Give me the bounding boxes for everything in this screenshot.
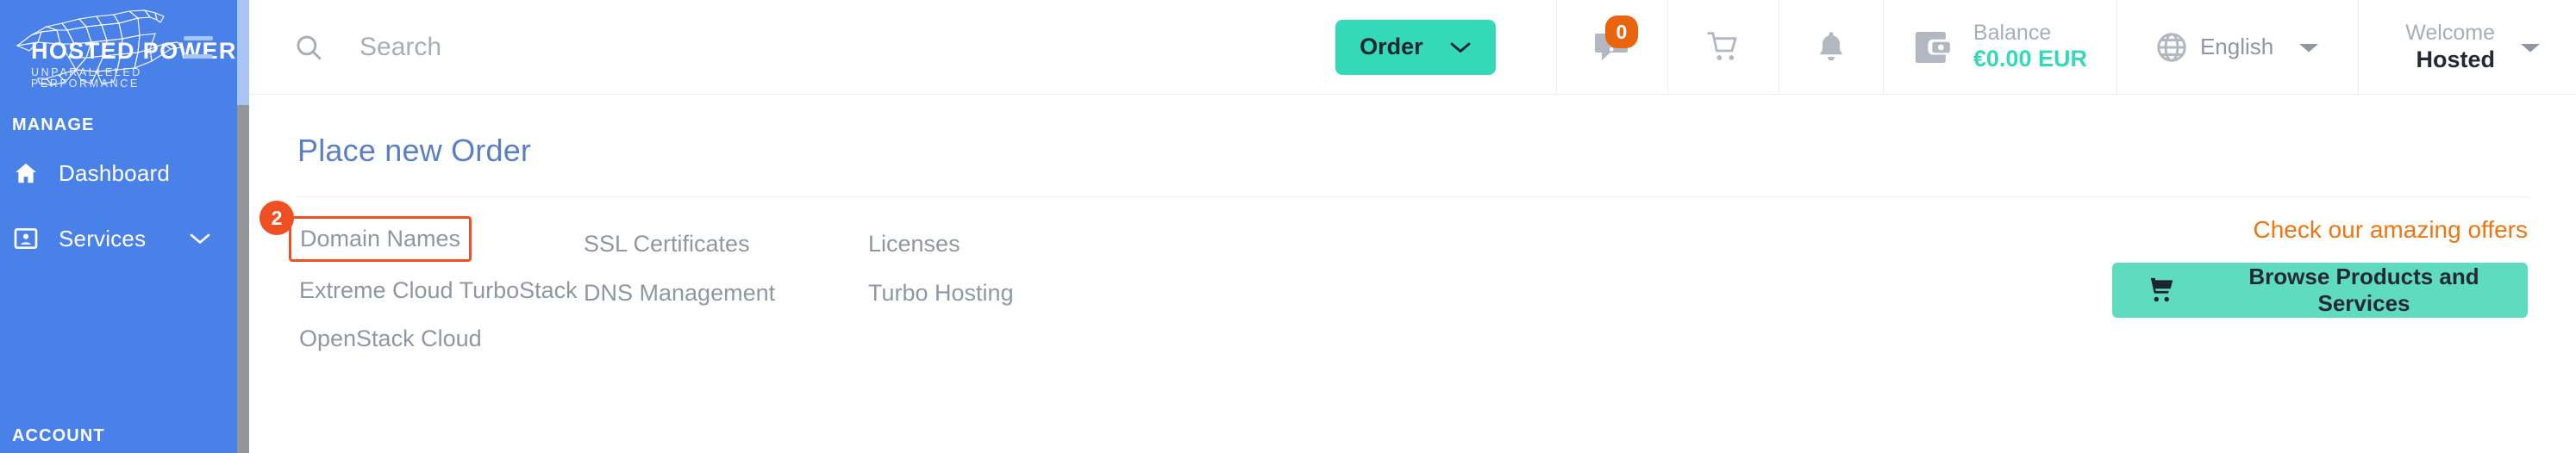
product-column-2: SSL Certificates DNS Management: [582, 216, 866, 359]
balance-button[interactable]: Balance €0.00 EUR: [1882, 0, 2116, 94]
user-text: Welcome Hosted: [2405, 20, 2495, 73]
browse-products-label: Browse Products and Services: [2248, 264, 2479, 316]
product-link-licenses[interactable]: Licenses: [866, 224, 962, 264]
sidebar-section-manage: MANAGE: [12, 115, 95, 134]
order-button-label: Order: [1360, 34, 1423, 59]
step-badge: 2: [259, 201, 294, 235]
language-selector[interactable]: English: [2116, 0, 2358, 94]
globe-icon: [2155, 31, 2188, 64]
sidebar-section-account: ACCOUNT: [12, 426, 105, 445]
shopping-cart-icon: [2143, 276, 2176, 305]
balance-amount: €0.00 EUR: [1973, 46, 2087, 72]
sidebar-item-label: Services: [59, 225, 147, 251]
product-link-domain-names[interactable]: Domain Names: [289, 216, 472, 262]
page-scrollbar-track[interactable]: [237, 0, 249, 453]
user-menu[interactable]: Welcome Hosted: [2358, 0, 2576, 94]
caret-down-icon: [2519, 40, 2542, 54]
brand-tagline: UNPARALLELED PERFORMANCE: [31, 66, 142, 90]
product-link-dns-management[interactable]: DNS Management: [582, 273, 777, 313]
user-welcome-label: Welcome: [2405, 21, 2495, 46]
content-area: Order 0: [249, 0, 2576, 453]
page-scrollbar-thumb[interactable]: [237, 105, 249, 453]
cart-button[interactable]: [1666, 0, 1779, 94]
user-name: Hosted: [2416, 47, 2495, 73]
browse-products-button[interactable]: Browse Products and Services: [2112, 263, 2528, 318]
product-link-ssl-certificates[interactable]: SSL Certificates: [582, 224, 752, 264]
sidebar-item-label: Dashboard: [59, 159, 170, 186]
wallet-icon: [1913, 30, 1953, 65]
product-link-openstack-cloud[interactable]: OpenStack Cloud: [297, 319, 484, 359]
topbar: Order 0: [249, 0, 2576, 95]
product-link-extreme-cloud-turbostack[interactable]: Extreme Cloud TurboStack: [297, 270, 579, 311]
tickets-badge: 0: [1604, 16, 1638, 48]
app-root: HOSTED POWER UNPARALLELED PERFORMANCE MA…: [0, 0, 2576, 453]
sidebar-item-dashboard[interactable]: Dashboard: [0, 147, 237, 199]
tickets-button[interactable]: 0: [1555, 0, 1667, 94]
balance-label: Balance: [1973, 20, 2052, 45]
order-button[interactable]: Order: [1335, 19, 1496, 75]
product-link-columns: 2 Domain Names Extreme Cloud TurboStack …: [259, 197, 2528, 359]
hamburger-menu-icon[interactable]: [184, 36, 213, 59]
shopping-cart-icon: [1704, 30, 1742, 65]
home-icon: [12, 160, 59, 186]
search-icon[interactable]: [294, 33, 323, 62]
language-label: English: [2199, 34, 2274, 59]
product-link-turbo-hosting[interactable]: Turbo Hosting: [866, 273, 1016, 313]
bell-icon: [1816, 30, 1847, 65]
contact-card-icon: [12, 225, 59, 252]
order-panel: Place new Order 2 Domain Names Extreme C…: [249, 133, 2576, 359]
product-column-1: Domain Names Extreme Cloud TurboStack Op…: [289, 216, 582, 359]
page-title: Place new Order: [297, 133, 532, 168]
search-area: [249, 0, 1335, 94]
offers-text: Check our amazing offers: [2253, 216, 2528, 243]
caret-down-icon: [2298, 40, 2320, 54]
chevron-down-icon[interactable]: [189, 232, 211, 245]
chevron-down-icon: [1449, 40, 1472, 54]
sidebar-item-services[interactable]: Services: [0, 213, 237, 264]
order-button-wrap: Order: [1335, 0, 1556, 94]
product-column-3: Licenses Turbo Hosting: [866, 216, 1254, 359]
notifications-button[interactable]: [1778, 0, 1883, 94]
search-input[interactable]: [360, 32, 877, 62]
sidebar: HOSTED POWER UNPARALLELED PERFORMANCE MA…: [0, 0, 237, 453]
offers-panel: Check our amazing offers Browse Products…: [1254, 216, 2528, 359]
balance-text: Balance €0.00 EUR: [1973, 21, 2087, 73]
main-content: Place new Order 2 Domain Names Extreme C…: [249, 95, 2576, 453]
